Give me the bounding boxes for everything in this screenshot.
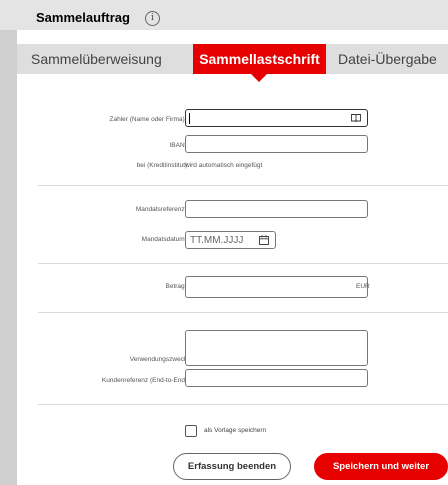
page-title: Sammelauftrag [36,10,130,25]
customer-ref-input[interactable] [185,369,368,387]
payer-input[interactable] [185,109,368,127]
section-divider [38,404,448,405]
tab-sammelueberweisung[interactable]: Sammelüberweisung [31,44,162,74]
tab-datei-uebergabe[interactable]: Datei-Übergabe [338,44,437,74]
tab-sammellastschrift[interactable]: Sammellastschrift [193,44,326,82]
save-template-checkbox[interactable] [185,425,197,437]
save-template-label: als Vorlage speichern [204,427,267,434]
mandate-date-label: Mandatsdatum*: [141,236,189,243]
text-caret [189,113,190,124]
purpose-textarea[interactable] [185,330,368,366]
amount-input[interactable] [185,276,368,298]
page-header: Sammelauftrag i [0,0,448,30]
info-icon[interactable]: i [145,11,160,26]
section-divider [38,312,448,313]
purpose-label: Verwendungszweck: [129,356,189,363]
mandate-date-input[interactable]: TT.MM.JJJJ [185,231,276,249]
section-divider [38,185,448,186]
date-placeholder: TT.MM.JJJJ [190,235,244,246]
bank-value: wird automatisch eingefügt [185,162,263,169]
form-panel: Sammelüberweisung Sammellastschrift Date… [17,30,448,485]
tab-bar: Sammelüberweisung Sammellastschrift Date… [17,44,448,82]
customer-ref-label: Kundenreferenz (End-to-End): [101,377,189,384]
mandate-ref-label: Mandatsreferenz*: [135,206,189,213]
bank-label: bei (Kreditinstitut): [136,162,189,169]
end-capture-button[interactable]: Erfassung beenden [173,453,291,480]
currency-label: EUR [356,283,370,290]
mandate-ref-input[interactable] [185,200,368,218]
address-book-icon[interactable] [351,113,361,123]
iban-input[interactable] [185,135,368,153]
section-divider [38,263,448,264]
calendar-icon[interactable] [259,235,269,245]
payer-label: Zahler (Name oder Firma)*: [109,116,189,123]
save-continue-button[interactable]: Speichern und weiter [314,453,448,480]
